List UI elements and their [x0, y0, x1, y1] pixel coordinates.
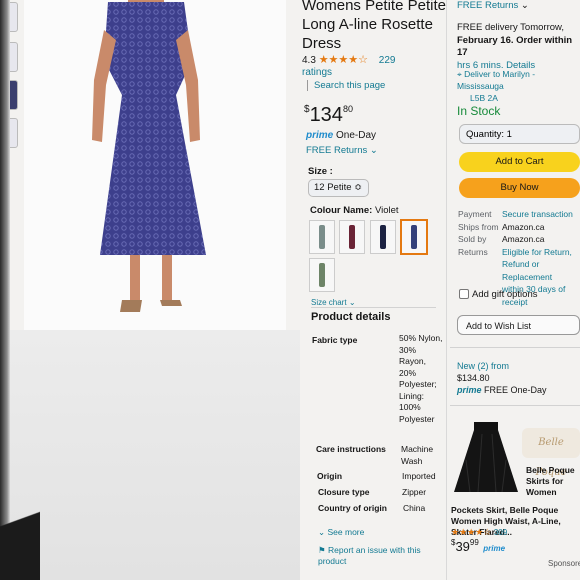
detail-value: 50% Nylon, 30% Rayon, 20% Polyester; Lin… [399, 333, 443, 424]
checkbox-icon [459, 289, 469, 300]
chevron-down-icon: ⌄ [369, 145, 378, 156]
rating-value: 4.3 [302, 55, 316, 66]
prime-icon: prime [483, 544, 506, 553]
detail-key: Care instructions [316, 444, 386, 454]
detail-key: Origin [317, 471, 343, 481]
free-returns-link[interactable]: FREE Returns ⌄ [457, 0, 529, 13]
brand-logo: Belle Poque [522, 428, 580, 478]
colour-swatch[interactable] [339, 220, 365, 254]
detail-value: China [403, 503, 426, 513]
search-this-page-link[interactable]: Search this page [307, 80, 385, 91]
monitor-corner [0, 480, 40, 580]
screen: Womens Petite Petite Long A-line Rosette… [0, 0, 580, 580]
prime-icon: prime [457, 385, 482, 395]
size-label: Size : [308, 166, 333, 177]
buy-now-button[interactable]: Buy Now [459, 178, 580, 198]
ratings-label[interactable]: ratings [302, 67, 332, 78]
divider [450, 347, 580, 348]
transaction-keys: Payment Ships from Sold by Returns [458, 209, 499, 257]
delivery-info: FREE delivery Tomorrow, February 16. Ord… [457, 22, 573, 71]
skirt-image[interactable] [452, 420, 520, 500]
chevron-down-icon: ⌄ [348, 298, 356, 307]
colour-swatch[interactable] [370, 220, 396, 254]
divider [311, 307, 436, 308]
page-background [0, 330, 300, 580]
rating-count-link[interactable]: 229 [379, 55, 396, 66]
colour-swatch[interactable] [309, 220, 335, 254]
ad-star-rating-icon[interactable]: ★★★★☆ 309 [451, 527, 507, 538]
report-issue-link[interactable]: ⚑ Report an issue with this product [318, 545, 434, 567]
product-price: $13480 [304, 104, 353, 126]
column-divider [446, 0, 447, 580]
add-to-cart-button[interactable]: Add to Cart [459, 152, 580, 172]
report-flag-icon: ⚑ [318, 545, 326, 555]
quantity-dropdown[interactable]: Quantity: 1 [459, 124, 580, 144]
detail-value: Zipper [402, 487, 427, 497]
chevron-icon: ≎ [354, 182, 363, 193]
gift-options-checkbox[interactable]: Add gift options [459, 289, 538, 300]
size-chart-link[interactable]: Size chart ⌄ [311, 298, 356, 307]
free-returns-link[interactable]: FREE Returns ⌄ [306, 145, 378, 156]
colour-label: Colour Name: Violet [310, 205, 399, 216]
colour-swatch-selected[interactable] [400, 219, 428, 255]
star-rating-icon[interactable]: ★★★★☆ [319, 54, 368, 66]
deliver-to-link[interactable]: ⌖ Deliver to Marilyn - Mississauga L5B 2… [457, 68, 580, 104]
sponsored-ad[interactable]: Belle Poque Belle Poque Skirts for Women… [450, 420, 580, 580]
size-dropdown[interactable]: 12 Petite ≎ [308, 179, 369, 197]
new-offers[interactable]: New (2) from $134.80 prime FREE One-Day [457, 360, 547, 396]
product-details-title: Product details [311, 311, 391, 323]
ad-brand[interactable]: Belle Poque Skirts for Women [526, 465, 580, 498]
prime-badge: prime One-Day [306, 130, 377, 141]
stock-status: In Stock [457, 104, 501, 118]
detail-value: Imported [402, 471, 436, 481]
chevron-down-icon: ⌄ [318, 527, 326, 537]
product-image[interactable] [24, 0, 286, 330]
see-more-link[interactable]: ⌄ See more [318, 527, 364, 538]
colour-swatch[interactable] [309, 258, 335, 292]
detail-key: Closure type [318, 487, 370, 497]
sponsored-label: Sponsored [548, 559, 580, 568]
location-pin-icon: ⌖ [457, 69, 462, 79]
detail-key: Fabric type [312, 335, 358, 345]
product-title: Womens Petite Petite Long A-line Rosette… [302, 0, 446, 52]
chevron-down-icon: ⌄ [520, 0, 529, 11]
add-to-wish-list-button[interactable]: Add to Wish List [457, 315, 580, 335]
detail-value: Machine Wash [401, 444, 434, 466]
divider [450, 405, 580, 406]
rating-row[interactable]: 4.3 ★★★★☆ 229 [302, 53, 395, 66]
prime-icon: prime [306, 130, 334, 141]
detail-key: Country of origin [318, 503, 387, 513]
ad-price: $3999 prime [451, 538, 506, 554]
